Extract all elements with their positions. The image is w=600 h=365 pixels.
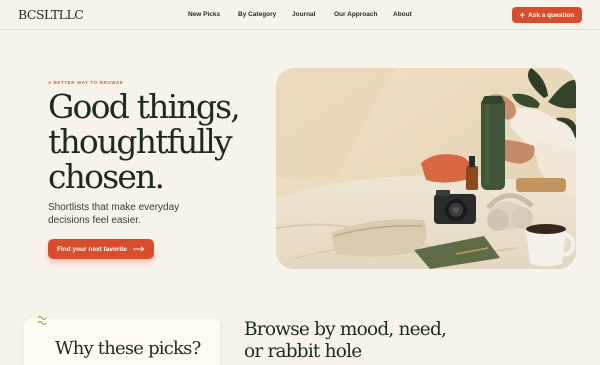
plus-icon: + [519,9,526,20]
nav-about[interactable]: About [393,11,412,18]
hero-headline: Good things, thoughtfully chosen. [48,89,278,194]
main-nav: New Picks By Category Journal Our Approa… [0,11,600,23]
nav-our-approach[interactable]: Our Approach [334,11,377,18]
find-favorite-button[interactable]: Find your next favorite [48,239,154,259]
squiggle-icon [37,316,47,325]
lifestyle-photo [276,68,576,269]
hero-eyebrow: A BETTER WAY TO BROWSE [48,80,124,85]
ask-question-label: Ask a question [528,11,575,19]
arrow-right-icon [133,246,145,252]
site-header: BCSLTLLC New Picks By Category Journal O… [0,0,600,30]
nav-by-category[interactable]: By Category [238,11,276,18]
nav-journal[interactable]: Journal [292,11,315,18]
find-favorite-label: Find your next favorite [56,245,128,253]
ask-question-button[interactable]: + Ask a question [512,7,582,23]
why-picks-title: Why these picks? [55,338,201,359]
nav-new-picks[interactable]: New Picks [188,11,220,18]
headline-line-3: chosen. [48,157,165,196]
headline-line-2: thoughtfully [48,122,233,161]
browse-title: Browse by mood, need, or rabbit hole [244,319,447,362]
hero-subtext: Shortlists that make everyday decisions … [48,202,180,226]
hero-image [276,68,576,269]
headline-line-1: Good things, [48,87,241,126]
